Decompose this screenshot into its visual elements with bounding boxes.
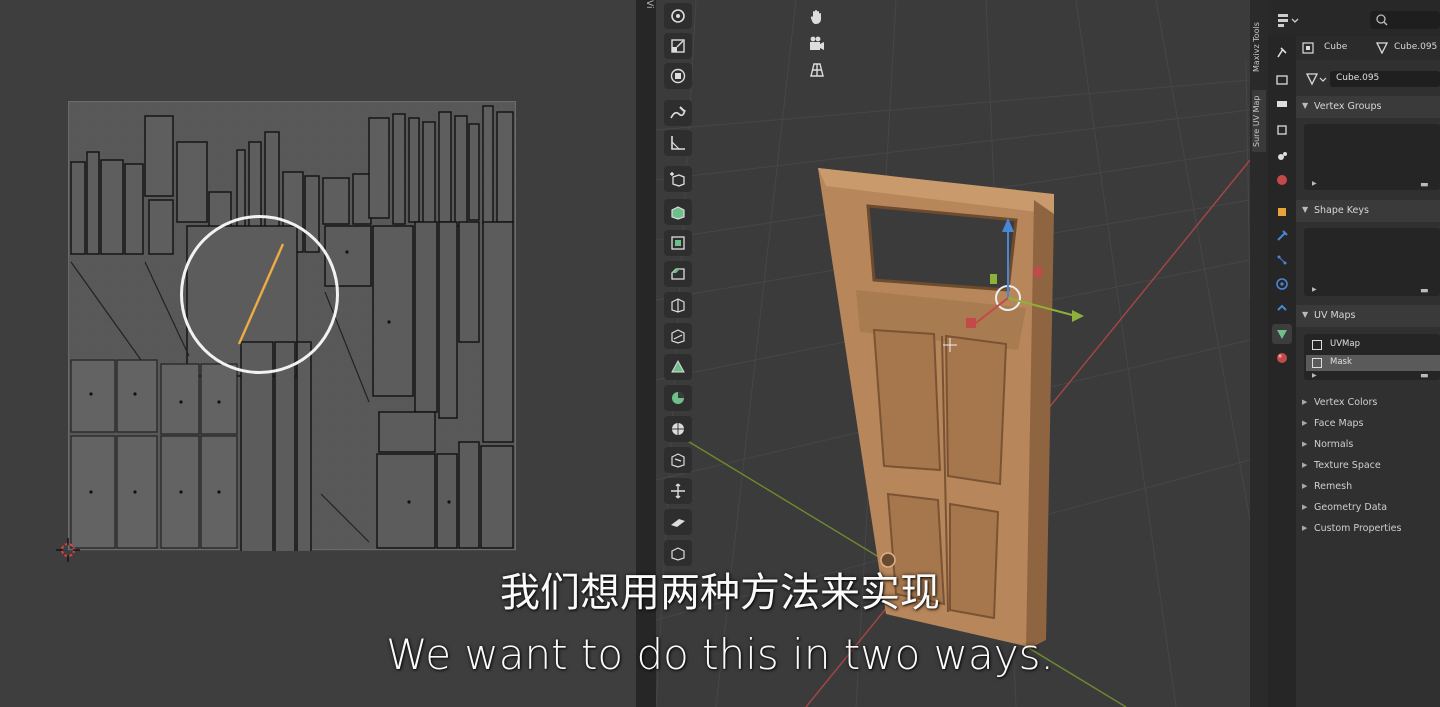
context-mesh-label[interactable]: Cube.095 [1394,42,1437,52]
chevron-down-icon: ▼ [1302,205,1309,214]
tool-annotate-icon[interactable] [664,100,692,126]
section-normals[interactable]: ▶ Normals [1296,435,1440,455]
tool-inset-icon[interactable] [664,230,692,256]
mesh-browse-icon[interactable] [1306,72,1328,86]
chevron-right-icon: ▶ [1302,398,1308,406]
uv-map-icon [1312,358,1322,368]
search-icon [1376,14,1388,26]
tool-shear-icon[interactable] [664,509,692,535]
section-shape-keys[interactable]: ▼ Shape Keys [1296,200,1440,222]
list-expand-icon[interactable]: ▶ [1312,180,1317,187]
properties-search[interactable] [1370,11,1440,29]
3d-cursor-icon[interactable] [56,538,80,562]
section-remesh[interactable]: ▶ Remesh [1296,477,1440,497]
section-vertex-groups[interactable]: ▼ Vertex Groups [1296,96,1440,118]
particles-props-icon[interactable] [1272,250,1292,270]
object-props-icon[interactable] [1272,202,1292,222]
material-props-icon[interactable] [1272,348,1292,368]
editor-type-menu[interactable] [1276,11,1302,29]
camera-view-icon[interactable] [805,32,829,56]
tool-measure-icon[interactable] [664,130,692,156]
tool-props-icon[interactable] [1272,42,1292,62]
render-props-icon[interactable] [1272,70,1292,90]
tool-extrude-icon[interactable] [664,199,692,225]
chevron-down-icon: ▼ [1302,101,1309,110]
tool-scale-icon[interactable] [664,33,692,59]
pan-hand-icon[interactable] [805,5,829,29]
list-resize-icon[interactable]: ▬ [1420,286,1429,296]
tool-spin-icon[interactable] [664,385,692,411]
tool-poly-build-icon[interactable] [664,354,692,380]
chevron-right-icon: ▶ [1302,482,1308,490]
subtitle-chinese: 我们想用两种方法来实现 [500,570,940,616]
mesh-name-field[interactable]: Cube.095 [1330,71,1440,87]
chevron-right-icon: ▶ [1302,461,1308,469]
section-face-maps[interactable]: ▶ Face Maps [1296,414,1440,434]
tool-edge-slide-icon[interactable] [664,447,692,473]
viewport-tab-label[interactable]: Vi [638,0,654,14]
ortho-grid-icon[interactable] [805,58,829,82]
section-texture-space[interactable]: ▶ Texture Space [1296,456,1440,476]
tool-rotate-icon[interactable] [664,3,692,29]
chevron-right-icon: ▶ [1302,503,1308,511]
mesh-datablock-row: Cube.095 [1300,70,1440,88]
object-icon [1302,42,1314,54]
tool-add-cube-icon[interactable] [664,166,692,192]
section-custom-properties[interactable]: ▶ Custom Properties [1296,519,1440,539]
chevron-down-icon: ▼ [1302,310,1309,319]
tool-knife-icon[interactable] [664,323,692,349]
tool-bevel-icon[interactable] [664,261,692,287]
chevron-right-icon: ▶ [1302,440,1308,448]
list-resize-icon[interactable]: ▬ [1420,180,1429,190]
physics-props-icon[interactable] [1272,274,1292,294]
uv-map-item[interactable]: Mask [1306,355,1440,371]
output-props-icon[interactable] [1272,94,1292,114]
tool-shrink-fatten-icon[interactable] [664,478,692,504]
context-breadcrumb: Cube Cube.095 [1296,36,1440,60]
context-object-label[interactable]: Cube [1324,42,1347,52]
section-geometry-data[interactable]: ▶ Geometry Data [1296,498,1440,518]
tool-transform-icon[interactable] [664,63,692,89]
list-resize-icon[interactable]: ▬ [1420,371,1429,381]
chevron-right-icon: ▶ [1302,524,1308,532]
section-uv-maps[interactable]: ▼ UV Maps [1296,305,1440,327]
subtitle-english: We want to do this in two ways. [386,630,1054,679]
list-expand-icon[interactable]: ▶ [1312,372,1317,379]
section-vertex-colors[interactable]: ▶ Vertex Colors [1296,393,1440,413]
tool-loop-cut-icon[interactable] [664,292,692,318]
viewport-toolbar [660,0,696,570]
mesh-icon [1376,42,1388,54]
mesh-data-props-icon[interactable] [1272,324,1292,344]
uv-highlight-circle [180,215,339,374]
uv-map-item[interactable]: UVMap [1306,337,1440,353]
list-expand-icon[interactable]: ▶ [1312,286,1317,293]
constraints-props-icon[interactable] [1272,298,1292,318]
world-props-icon[interactable] [1272,170,1292,190]
modifier-props-icon[interactable] [1272,226,1292,246]
view-layer-props-icon[interactable] [1272,120,1292,140]
scene-props-icon[interactable] [1272,146,1292,166]
tab-maxivz-tools[interactable]: Maxivz Tools [1252,14,1266,80]
uv-map-icon [1312,340,1322,350]
tab-sure-uv-map[interactable]: Sure UV Map [1252,90,1266,152]
chevron-right-icon: ▶ [1302,419,1308,427]
tool-smooth-icon[interactable] [664,416,692,442]
